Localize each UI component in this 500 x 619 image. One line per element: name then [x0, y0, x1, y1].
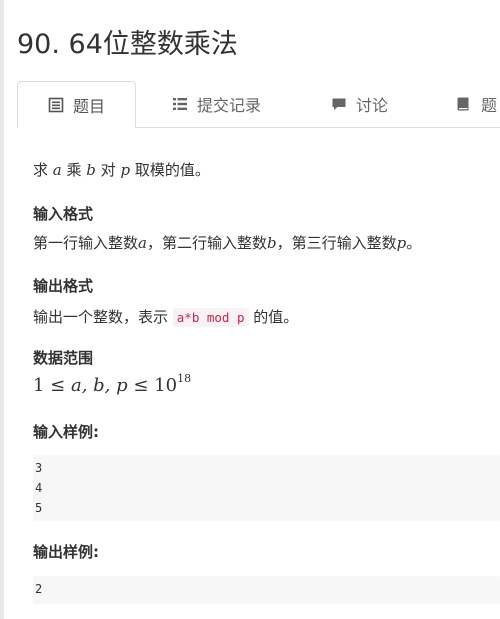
input-format-part: ，第三行输入整数 [276, 234, 397, 252]
left-border [0, 0, 4, 619]
math-var: p [120, 161, 131, 179]
tab-submissions[interactable]: 提交记录 [172, 81, 261, 127]
tab-bar: 题目 提交记录 讨论 题 [17, 81, 500, 128]
output-format-text: 输出一个整数，表示 a*b mod p 的值。 [33, 306, 298, 327]
input-format-text: 第一行输入整数a，第二行输入整数b，第三行输入整数p。 [33, 232, 421, 253]
code-line: 2 [35, 582, 43, 596]
input-format-heading: 输入格式 [33, 205, 94, 223]
tab-problem[interactable]: 题目 [17, 81, 137, 128]
math-var: a [52, 161, 62, 179]
book-icon [456, 96, 472, 112]
document-icon [48, 97, 64, 113]
comment-icon [331, 96, 347, 112]
output-format-part: 的值。 [248, 308, 299, 326]
sample-input-heading: 输入样例: [33, 423, 99, 441]
data-range-heading: 数据范围 [33, 349, 94, 367]
output-format-part: 输出一个整数，表示 [33, 308, 173, 326]
tab-label: 提交记录 [197, 96, 262, 115]
formula-part: 1 ≤ [33, 375, 71, 396]
formula-exponent: 18 [177, 372, 192, 385]
sample-input-block: 3 4 5 [33, 455, 500, 521]
code-line: 3 [35, 461, 43, 475]
statement-text: 乘 [61, 161, 87, 179]
tab-solutions[interactable]: 题 [456, 81, 497, 127]
tab-label: 题目 [73, 97, 106, 116]
problem-statement: 求 a 乘 b 对 p 取模的值。 [33, 159, 210, 180]
input-format-part: 。 [406, 234, 422, 252]
input-format-part: ，第二行输入整数 [146, 234, 267, 252]
output-format-heading: 输出格式 [33, 277, 94, 295]
sample-output-block: 2 [33, 576, 500, 604]
formula-part: ≤ 10 [127, 375, 178, 396]
data-range-formula: 1 ≤ a, b, p ≤ 1018 [33, 372, 192, 396]
list-icon [172, 96, 188, 112]
page-title: 90. 64位整数乘法 [17, 29, 238, 60]
code-line: 5 [35, 501, 43, 515]
math-var: p [396, 234, 407, 252]
tab-discussion[interactable]: 讨论 [331, 81, 388, 127]
tab-label: 题 [481, 96, 498, 115]
math-var: b [86, 161, 96, 179]
math-var: a [138, 234, 147, 252]
tab-label: 讨论 [356, 96, 389, 115]
statement-text: 对 [95, 161, 121, 179]
code-line: 4 [35, 481, 43, 495]
math-var: a, b, p [70, 375, 128, 396]
statement-text: 求 [33, 161, 53, 179]
sample-output-heading: 输出样例: [33, 543, 99, 561]
input-format-part: 第一行输入整数 [33, 234, 139, 252]
statement-text: 取模的值。 [130, 161, 210, 179]
math-var: b [266, 234, 277, 252]
inline-code: a*b mod p [172, 308, 249, 327]
